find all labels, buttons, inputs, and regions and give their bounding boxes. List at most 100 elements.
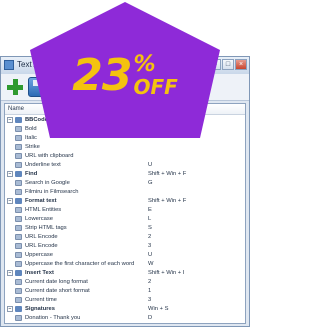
row-name-cell: HTML Entities [5,206,145,213]
tree-item-row[interactable]: Strip HTML tags S [5,223,245,232]
row-hotkey: Shift + Win + I [148,269,185,276]
row-label: Lowercase [25,215,54,222]
collapse-icon[interactable]: − [7,269,13,276]
close-icon[interactable]: × [235,59,247,70]
row-hotkey: W [148,260,154,267]
tree-item-row[interactable]: Current date long format 2 [5,277,245,286]
tree-rows: − BBCode Bold Italic Strike URL with clipboar… [5,115,245,322]
shortcut-tree[interactable]: Name − BBCode Bold Italic Strike URL with cli… [4,103,246,324]
maximize-icon[interactable]: □ [222,59,234,70]
row-label: URL with clipboard [25,152,74,159]
row-name-cell: Current time [5,296,145,303]
shortcut-icon [15,296,22,303]
tree-item-row[interactable]: Search in Google G [5,178,245,187]
shortcut-icon [15,278,22,285]
row-label: Italic [25,134,37,141]
row-hotkey: 1 [148,287,152,294]
tree-item-row[interactable]: Uppercase U [5,250,245,259]
row-hotkey: 3 [148,242,152,249]
row-name-cell: Current date long format [5,278,145,285]
add-icon[interactable] [5,77,25,97]
row-name-cell: − Insert Text [5,269,145,276]
app-icon [4,60,14,70]
tree-group-row[interactable]: − Format text Shift + Win + F [5,196,245,205]
row-name-cell: Uppercase [5,251,145,258]
collapse-icon[interactable]: − [7,170,13,177]
row-hotkey: Win + S [148,305,169,312]
tree-item-row[interactable]: Filmiru in Filmsearch [5,187,245,196]
row-name-cell: Bold [5,125,145,132]
row-hotkey: U [148,161,153,168]
shortcut-icon [15,215,22,222]
list-header: Name [5,104,245,115]
shortcut-icon [15,152,22,159]
download-icon[interactable] [51,77,71,97]
shortcut-icon [15,206,22,213]
row-label: Insert Text [25,269,54,276]
row-label: Strip HTML tags [25,224,67,231]
shortcut-icon [15,134,22,141]
row-label: Uppercase the first character of each wo… [25,260,135,267]
window-title: Text Accelerator [17,60,74,69]
row-label: HTML Entities [25,206,62,213]
tree-item-row[interactable]: Donation - Thank you D [5,313,245,322]
row-name-cell: Strike [5,143,145,150]
row-name-cell: URL Encode [5,242,145,249]
minimize-icon[interactable]: – [209,59,221,70]
tree-item-row[interactable]: URL Encode 2 [5,232,245,241]
tree-item-row[interactable]: Italic [5,133,245,142]
collapse-icon[interactable]: − [7,305,13,312]
folder-icon [15,170,22,177]
shortcut-icon [15,143,22,150]
collapse-icon[interactable]: − [7,116,13,123]
column-header-name[interactable]: Name [5,104,149,114]
row-label: Donation - Thank you [25,314,81,321]
tree-item-row[interactable]: URL with clipboard [5,151,245,160]
row-hotkey: E [148,206,152,213]
shortcut-icon [15,314,22,321]
tree-item-row[interactable]: Current time 3 [5,295,245,304]
row-name-cell: Italic [5,134,145,141]
row-label: Bold [25,125,37,132]
tree-group-row[interactable]: − Insert Text Shift + Win + I [5,268,245,277]
row-label: Signatures [25,305,55,312]
row-name-cell: − Find [5,170,145,177]
collapse-icon[interactable]: − [7,197,13,204]
row-name-cell: Lowercase [5,215,145,222]
app-window: Text Accelerator – □ × Name − BBCode Bold I… [0,56,250,327]
row-hotkey: 3 [148,296,152,303]
tree-item-row[interactable]: Strike [5,142,245,151]
shortcut-icon [15,251,22,258]
shortcut-icon [15,224,22,231]
tree-item-row[interactable]: Current date short format 1 [5,286,245,295]
title-bar: Text Accelerator – □ × [1,57,249,74]
row-label: BBCode [25,116,48,123]
row-label: Format text [25,197,57,204]
tree-item-row[interactable]: Bold [5,124,245,133]
tree-item-row[interactable]: Uppercase the first character of each wo… [5,259,245,268]
column-header-key[interactable] [149,104,245,114]
shortcut-icon [15,233,22,240]
folder-icon [15,269,22,276]
row-name-cell: URL with clipboard [5,152,145,159]
row-label: URL Encode [25,242,58,249]
tree-group-row[interactable]: − Find Shift + Win + F [5,169,245,178]
row-hotkey: 2 [148,278,152,285]
tree-item-row[interactable]: URL Encode 3 [5,241,245,250]
row-hotkey: Shift + Win + F [148,197,187,204]
save-icon[interactable] [28,77,48,97]
row-hotkey: G [148,179,153,186]
row-label: Current date long format [25,278,88,285]
tree-item-row[interactable]: HTML Entities E [5,205,245,214]
row-hotkey: L [148,215,152,222]
shortcut-icon [15,179,22,186]
row-hotkey: D [148,314,153,321]
row-name-cell: Search in Google [5,179,145,186]
toolbar [1,74,249,101]
tree-group-row[interactable]: − BBCode [5,115,245,124]
tree-group-row[interactable]: − Signatures Win + S [5,304,245,313]
tree-item-row[interactable]: Underline text U [5,160,245,169]
tree-item-row[interactable]: Lowercase L [5,214,245,223]
row-label: Underline text [25,161,61,168]
row-hotkey: 2 [148,233,152,240]
